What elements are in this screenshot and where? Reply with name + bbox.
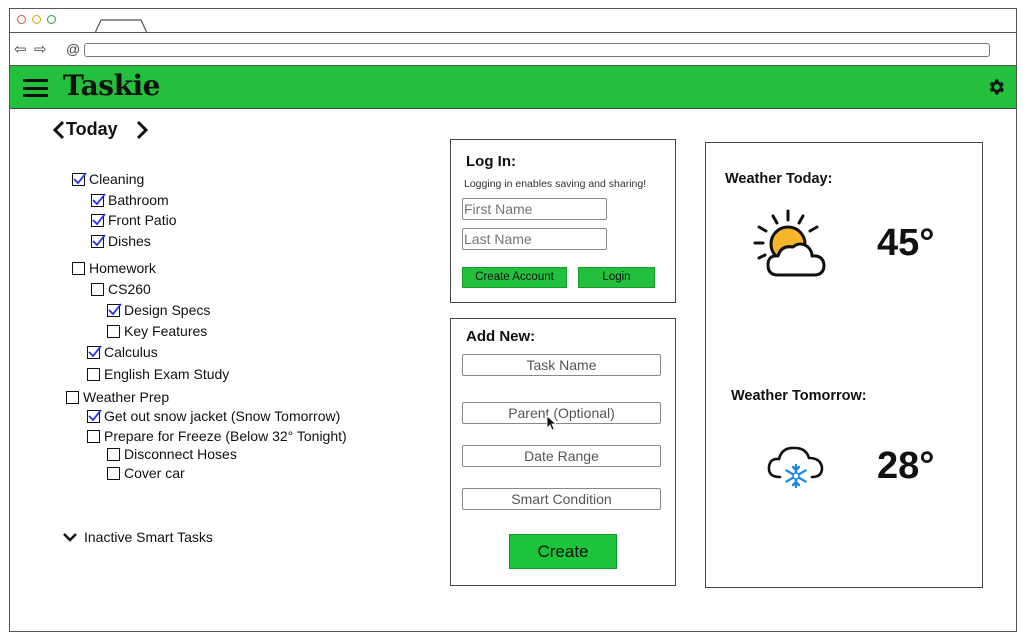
checkbox-icon[interactable]: [87, 345, 102, 359]
menu-icon[interactable]: [23, 79, 48, 97]
task-label: Homework: [89, 260, 156, 276]
task-name-input[interactable]: Task Name: [462, 354, 661, 376]
app-title: Taskie: [63, 69, 160, 102]
task-item[interactable]: Cleaning: [72, 170, 144, 188]
checkbox-icon[interactable]: [91, 193, 106, 207]
weather-today-temp: 45°: [877, 222, 935, 264]
login-title: Log In:: [466, 153, 516, 170]
weather-today-label: Weather Today:: [725, 171, 833, 187]
checkbox-icon[interactable]: [107, 325, 120, 338]
sun-cloud-icon: [753, 209, 826, 277]
task-item[interactable]: Cover car: [107, 464, 185, 482]
checkbox-icon[interactable]: [107, 303, 122, 317]
last-name-input[interactable]: [462, 228, 607, 250]
task-item[interactable]: Dishes: [91, 232, 151, 250]
login-note: Logging in enables saving and sharing!: [464, 178, 647, 190]
task-label: Key Features: [124, 323, 208, 339]
task-item[interactable]: Weather Prep: [66, 388, 169, 406]
task-label: Front Patio: [108, 212, 177, 228]
task-item[interactable]: Disconnect Hoses: [107, 445, 237, 463]
checkbox-icon[interactable]: [91, 234, 106, 248]
url-input[interactable]: [84, 43, 990, 57]
task-item[interactable]: CS260: [91, 280, 151, 298]
task-item[interactable]: Calculus: [87, 343, 158, 361]
task-label: Get out snow jacket (Snow Tomorrow): [104, 408, 341, 424]
checkbox-icon[interactable]: [72, 172, 87, 186]
checkbox-icon[interactable]: [87, 368, 100, 381]
task-label: English Exam Study: [104, 366, 230, 382]
maximize-window-icon[interactable]: [47, 15, 56, 24]
task-item[interactable]: Design Specs: [107, 301, 210, 319]
checkbox-icon[interactable]: [87, 409, 102, 423]
checkbox-icon[interactable]: [66, 391, 79, 404]
app-header: Taskie: [10, 66, 1016, 109]
task-label: CS260: [108, 281, 151, 297]
snow-cloud-icon: [767, 446, 824, 489]
chevron-left-icon[interactable]: [52, 120, 66, 140]
task-item[interactable]: Key Features: [107, 322, 207, 340]
task-label: Prepare for Freeze (Below 32° Tonight): [104, 428, 347, 444]
task-label: Dishes: [108, 233, 151, 249]
task-item[interactable]: Bathroom: [91, 191, 169, 209]
task-item[interactable]: Get out snow jacket (Snow Tomorrow): [87, 407, 340, 425]
create-account-button[interactable]: Create Account: [462, 267, 567, 288]
checkbox-icon[interactable]: [107, 448, 120, 461]
task-label: Design Specs: [124, 302, 211, 318]
browser-tab-bar: [10, 9, 1016, 33]
checkbox-icon[interactable]: [72, 262, 85, 275]
task-label: Cleaning: [89, 171, 145, 187]
parent-input[interactable]: Parent (Optional): [462, 402, 661, 424]
chevron-right-icon[interactable]: [135, 120, 149, 140]
day-label: Today: [66, 119, 118, 139]
add-new-panel: Add New: Task Name Parent (Optional) Dat…: [450, 318, 676, 586]
checkbox-icon[interactable]: [87, 430, 100, 443]
date-range-input[interactable]: Date Range: [462, 445, 661, 467]
task-item[interactable]: Prepare for Freeze (Below 32° Tonight): [87, 427, 347, 445]
task-label: Cover car: [124, 465, 185, 481]
forward-arrow-icon[interactable]: ⇨: [34, 42, 47, 57]
checkbox-icon[interactable]: [107, 467, 120, 480]
minimize-window-icon[interactable]: [32, 15, 41, 24]
close-window-icon[interactable]: [17, 15, 26, 24]
task-label: Calculus: [104, 344, 158, 360]
smart-condition-input[interactable]: Smart Condition: [462, 488, 661, 510]
login-button[interactable]: Login: [578, 267, 655, 288]
reload-icon[interactable]: @: [66, 42, 80, 57]
checkbox-icon[interactable]: [91, 213, 106, 227]
browser-tab[interactable]: [95, 19, 147, 33]
task-item[interactable]: English Exam Study: [87, 365, 229, 383]
weather-tomorrow-temp: 28°: [877, 445, 935, 487]
add-new-title: Add New:: [466, 328, 536, 345]
gear-icon[interactable]: [986, 77, 1006, 97]
task-item[interactable]: Homework: [72, 259, 156, 277]
weather-panel: Weather Today: 45° Weather Tomorrow: 28°: [705, 142, 983, 588]
chevron-down-icon: [63, 533, 77, 542]
task-label: Bathroom: [108, 192, 169, 208]
create-button[interactable]: Create: [509, 534, 617, 569]
back-arrow-icon[interactable]: ⇦: [14, 42, 27, 57]
weather-tomorrow-label: Weather Tomorrow:: [731, 388, 867, 404]
address-bar: ⇦ ⇨ @: [10, 33, 1016, 66]
checkbox-icon[interactable]: [91, 283, 104, 296]
login-panel: Log In: Logging in enables saving and sh…: [450, 139, 676, 303]
task-item[interactable]: Front Patio: [91, 211, 176, 229]
first-name-input[interactable]: [462, 198, 607, 220]
inactive-smart-tasks-label: Inactive Smart Tasks: [84, 529, 213, 545]
task-label: Weather Prep: [83, 389, 170, 405]
task-label: Disconnect Hoses: [124, 446, 237, 462]
cursor-icon: [546, 415, 556, 431]
